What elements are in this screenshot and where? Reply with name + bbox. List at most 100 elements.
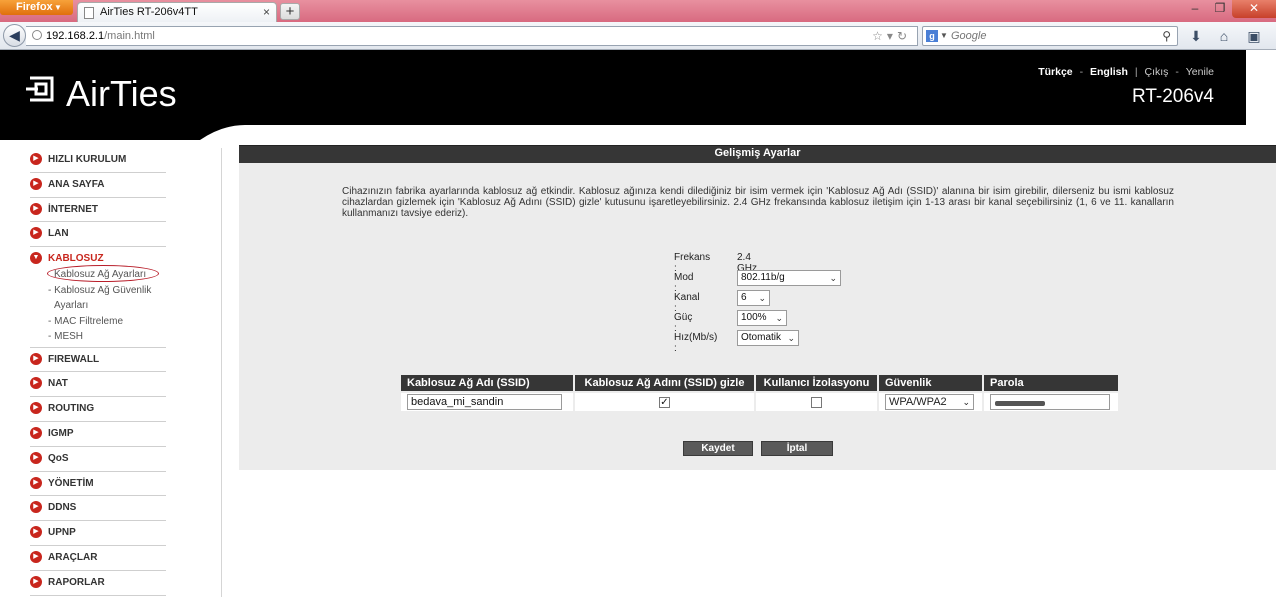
close-icon[interactable]: × (263, 3, 270, 22)
tab-title: AirTies RT-206v4TT (100, 6, 198, 18)
sidebar-item-nat[interactable]: ▶ NAT (30, 372, 166, 398)
page-icon (84, 7, 94, 19)
home-icon[interactable]: ⌂ (1214, 26, 1234, 46)
chevron-down-icon: ⌄ (787, 333, 795, 343)
refresh-link[interactable]: Yenile (1186, 66, 1214, 78)
arrow-right-icon: ▶ (30, 427, 42, 440)
table-row: bedava_mi_sandin ✓ WPA/WPA2 ⌄ (399, 391, 1120, 413)
browser-tab[interactable]: AirTies RT-206v4TT × (77, 2, 277, 22)
search-icon[interactable]: ⚲ (1162, 27, 1171, 45)
sidebar-item-upnp[interactable]: ▶ UPNP (30, 521, 166, 547)
globe-icon (32, 30, 42, 40)
submenu-item-kablosuz-ag-guvenlik[interactable]: - Kablosuz Ağ Güvenlik (48, 283, 166, 299)
submenu-label: Ayarları (54, 300, 89, 312)
hide-ssid-checkbox[interactable]: ✓ (659, 396, 670, 408)
submenu-item-kablosuz-ag-guvenlik-cont[interactable]: Ayarları (48, 298, 166, 314)
sidebar-item-ddns[interactable]: ▶ DDNS (30, 496, 166, 522)
chevron-down-icon: ⌄ (758, 293, 766, 303)
arrow-right-icon: ▶ (30, 476, 42, 489)
arrow-right-icon: ▶ (30, 551, 42, 564)
sidebar-item-ana-sayfa[interactable]: ▶ ANA SAYFA (30, 173, 166, 198)
lang-english-link[interactable]: English (1090, 66, 1128, 78)
sidebar-item-araclar[interactable]: ▶ ARAÇLAR (30, 546, 166, 571)
sidebar-item-lan[interactable]: ▶ LAN (30, 222, 166, 248)
star-icon[interactable]: ☆ (872, 29, 887, 43)
sidebar-item-firewall[interactable]: ▶ FIREWALL (30, 348, 166, 373)
speed-select[interactable]: Otomatik ⌄ (737, 330, 799, 346)
window-close-button[interactable]: ✕ (1232, 0, 1276, 18)
power-select[interactable]: 100% ⌄ (737, 310, 787, 326)
submenu-item-mac-filtreleme[interactable]: - MAC Filtreleme (48, 314, 166, 330)
sidebar-item-label: HIZLI KURULUM (48, 154, 127, 165)
mode-label: Mod : (674, 272, 694, 294)
model-name: RT-206v4 (1131, 86, 1214, 107)
minimize-button[interactable]: – (1182, 0, 1208, 18)
language-links: Türkçe - English | Çıkış - Yenile (1038, 66, 1214, 78)
cancel-button[interactable]: İptal (761, 441, 833, 456)
plus-icon: + (285, 3, 295, 20)
sidebar-item-internet[interactable]: ▶ İNTERNET (30, 198, 166, 223)
password-input[interactable] (990, 394, 1110, 410)
sidebar-submenu: Kablosuz Ağ Ayarları - Kablosuz Ağ Güven… (30, 265, 166, 348)
chevron-down-icon: ⌄ (829, 273, 837, 283)
sidebar-item-igmp[interactable]: ▶ IGMP (30, 422, 166, 447)
sidebar-item-label: ARAÇLAR (48, 552, 98, 564)
logout-link[interactable]: Çıkış (1145, 66, 1169, 78)
back-button[interactable]: ◀ (3, 24, 26, 47)
search-input[interactable] (949, 28, 1149, 44)
sidebar-item-label: LAN (48, 228, 69, 240)
submenu-item-mesh[interactable]: - MESH (48, 329, 166, 345)
sidebar-item-label: RAPORLAR (48, 576, 105, 588)
chevron-down-icon: ▼ (54, 3, 62, 12)
isolation-checkbox[interactable] (811, 396, 822, 408)
menu-icon[interactable]: ▣ (1244, 26, 1264, 46)
sidebar-item-hizli-kurulum[interactable]: ▶ HIZLI KURULUM (30, 148, 166, 173)
submenu-item-kablosuz-ag-ayarlari[interactable]: Kablosuz Ağ Ayarları (47, 265, 166, 283)
sidebar-item-label: YÖNETİM (48, 477, 94, 489)
airties-logo[interactable]: AirTies (26, 74, 177, 114)
sidebar-item-label: QoS (48, 452, 69, 464)
firefox-menu-button[interactable]: Firefox ▼ (0, 0, 73, 15)
sidebar-item-qos[interactable]: ▶ QoS (30, 447, 166, 472)
download-icon[interactable]: ⬇ (1186, 26, 1206, 46)
sidebar-nav: ▶ HIZLI KURULUM ▶ ANA SAYFA ▶ İNTERNET ▶ LAN… (30, 148, 166, 596)
col-header-hide-ssid: Kablosuz Ağ Adını (SSID) gizle (573, 373, 756, 393)
arrow-down-icon: ▼ (30, 252, 42, 265)
col-header-password: Parola (982, 373, 1120, 393)
submenu-label: Kablosuz Ağ Güvenlik (54, 284, 152, 296)
col-header-ssid: Kablosuz Ağ Adı (SSID) (399, 373, 575, 393)
security-select[interactable]: WPA/WPA2 ⌄ (885, 394, 974, 410)
dropdown-icon[interactable]: ▾ (887, 29, 897, 43)
sidebar-item-yonetim[interactable]: ▶ YÖNETİM (30, 472, 166, 497)
power-select-value: 100% (741, 312, 767, 323)
channel-label: Kanal : (674, 292, 700, 314)
search-bar[interactable]: g ▼ ⚲ (922, 26, 1178, 46)
lang-turkish-link[interactable]: Türkçe (1038, 66, 1072, 78)
mode-select[interactable]: 802.11b/g ⌄ (737, 270, 841, 286)
arrow-right-icon: ▶ (30, 526, 42, 539)
sidebar-item-label: ANA SAYFA (48, 178, 105, 190)
sidebar-item-routing[interactable]: ▶ ROUTING (30, 397, 166, 423)
ssid-table: Kablosuz Ağ Adı (SSID) Kablosuz Ağ Adını… (399, 373, 1120, 413)
arrow-right-icon: ▶ (30, 501, 42, 514)
sidebar-item-label: IGMP (48, 428, 74, 440)
new-tab-button[interactable]: + (280, 3, 300, 20)
submenu-label: MAC Filtreleme (54, 315, 124, 327)
save-button[interactable]: Kaydet (683, 441, 753, 456)
chevron-down-icon[interactable]: ▼ (940, 27, 948, 45)
google-icon[interactable]: g (926, 30, 938, 42)
speed-label: Hız(Mb/s) : (674, 332, 718, 354)
sidebar-item-raporlar[interactable]: ▶ RAPORLAR (30, 571, 166, 596)
maximize-button[interactable]: ❐ (1208, 0, 1232, 18)
channel-select[interactable]: 6 ⌄ (737, 290, 770, 306)
arrow-right-icon: ▶ (30, 352, 42, 365)
frequency-label: Frekans : (674, 252, 711, 274)
reload-icon[interactable]: ↻ (897, 29, 911, 43)
mode-select-value: 802.11b/g (741, 272, 785, 283)
ssid-input[interactable]: bedava_mi_sandin (407, 394, 562, 410)
arrow-right-icon: ▶ (30, 153, 42, 165)
browser-navbar: ◀ 192.168.2.1/main.html ☆▾↻ g ▼ ⚲ ⬇ ⌂ ▣ (0, 22, 1276, 50)
url-bar[interactable]: 192.168.2.1/main.html ☆▾↻ (26, 26, 918, 46)
sidebar-item-kablosuz[interactable]: ▼ KABLOSUZ (30, 247, 166, 267)
arrow-right-icon: ▶ (30, 575, 42, 588)
